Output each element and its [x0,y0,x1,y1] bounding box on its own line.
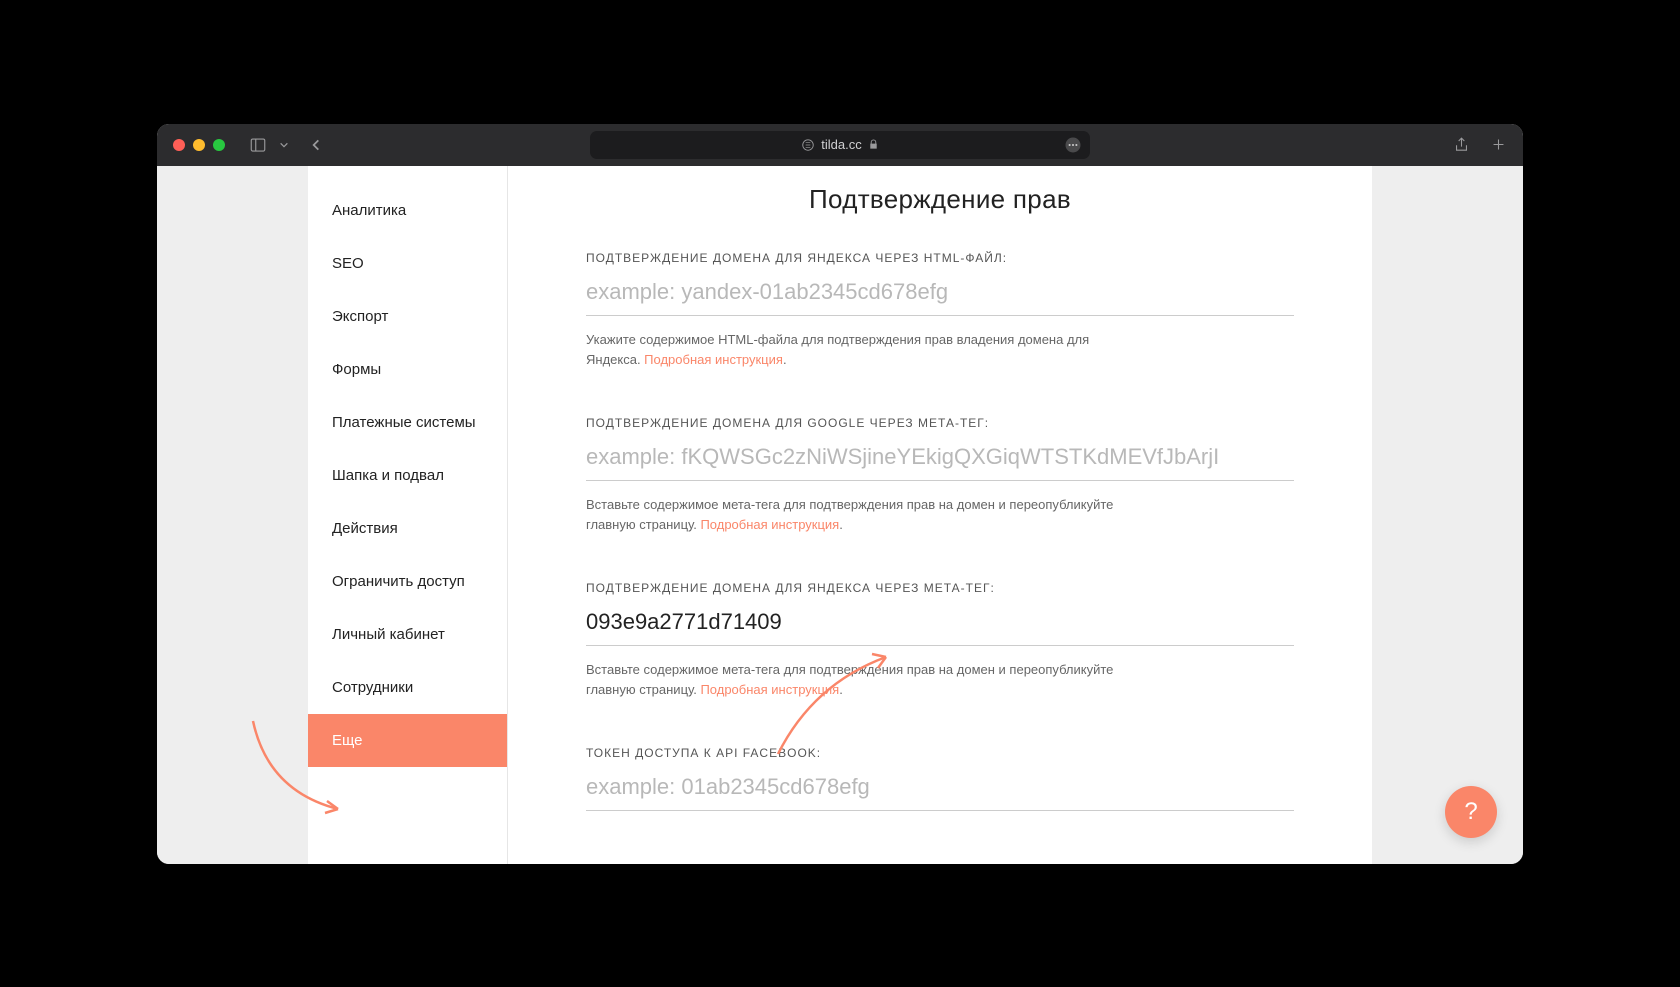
field-description: Вставьте содержимое мета-тега для подтве… [586,495,1126,535]
sidebar-item-actions[interactable]: Действия [308,502,507,555]
sidebar-item-restrict-access[interactable]: Ограничить доступ [308,555,507,608]
close-window-button[interactable] [173,139,185,151]
field-label: ПОДТВЕРЖДЕНИЕ ДОМЕНА ДЛЯ ЯНДЕКСА ЧЕРЕЗ М… [586,581,1294,595]
share-icon[interactable] [1453,136,1470,153]
sidebar-toggle-icon[interactable] [249,136,267,154]
yandex-meta-input[interactable] [586,605,1294,646]
back-button-icon[interactable] [309,138,323,152]
sidebar-item-team[interactable]: Сотрудники [308,661,507,714]
instruction-link[interactable]: Подробная инструкция [700,517,839,532]
address-bar[interactable]: tilda.cc [590,131,1090,159]
chevron-down-icon[interactable] [279,140,289,150]
content-panel: Аналитика SEO Экспорт Формы Платежные си… [308,166,1372,864]
instruction-link[interactable]: Подробная инструкция [700,682,839,697]
field-description: Укажите содержимое HTML-файла для подтве… [586,330,1126,370]
sidebar-item-analytics[interactable]: Аналитика [308,184,507,237]
new-tab-icon[interactable] [1490,136,1507,153]
facebook-token-input[interactable] [586,770,1294,811]
traffic-lights [173,139,225,151]
yandex-html-input[interactable] [586,275,1294,316]
field-label: ТОКЕН ДОСТУПА К API FACEBOOK: [586,746,1294,760]
browser-window: tilda.cc Аналитика SEO Экспорт Формы Пла… [157,124,1523,864]
sidebar-item-payments[interactable]: Платежные системы [308,396,507,449]
main-area: Подтверждение прав ПОДТВЕРЖДЕНИЕ ДОМЕНА … [508,166,1372,864]
url-text: tilda.cc [821,137,861,152]
sidebar-item-account[interactable]: Личный кабинет [308,608,507,661]
settings-sidebar: Аналитика SEO Экспорт Формы Платежные си… [308,166,508,864]
sidebar-item-forms[interactable]: Формы [308,343,507,396]
help-button[interactable]: ? [1445,786,1497,838]
sidebar-item-header-footer[interactable]: Шапка и подвал [308,449,507,502]
more-icon[interactable] [1064,136,1082,154]
google-meta-input[interactable] [586,440,1294,481]
field-description: Вставьте содержимое мета-тега для подтве… [586,660,1126,700]
field-label: ПОДТВЕРЖДЕНИЕ ДОМЕНА ДЛЯ ЯНДЕКСА ЧЕРЕЗ H… [586,251,1294,265]
instruction-link[interactable]: Подробная инструкция [644,352,783,367]
page-content: Аналитика SEO Экспорт Формы Платежные си… [157,166,1523,864]
site-icon [801,138,815,152]
lock-icon [868,139,879,150]
sidebar-item-export[interactable]: Экспорт [308,290,507,343]
maximize-window-button[interactable] [213,139,225,151]
minimize-window-button[interactable] [193,139,205,151]
page-title: Подтверждение прав [586,184,1294,215]
field-yandex-html: ПОДТВЕРЖДЕНИЕ ДОМЕНА ДЛЯ ЯНДЕКСА ЧЕРЕЗ H… [586,251,1294,370]
field-yandex-meta: ПОДТВЕРЖДЕНИЕ ДОМЕНА ДЛЯ ЯНДЕКСА ЧЕРЕЗ М… [586,581,1294,700]
field-google-meta: ПОДТВЕРЖДЕНИЕ ДОМЕНА ДЛЯ GOOGLE ЧЕРЕЗ МЕ… [586,416,1294,535]
field-label: ПОДТВЕРЖДЕНИЕ ДОМЕНА ДЛЯ GOOGLE ЧЕРЕЗ МЕ… [586,416,1294,430]
field-facebook-token: ТОКЕН ДОСТУПА К API FACEBOOK: [586,746,1294,811]
sidebar-item-seo[interactable]: SEO [308,237,507,290]
sidebar-item-more[interactable]: Еще [308,714,507,767]
titlebar: tilda.cc [157,124,1523,166]
